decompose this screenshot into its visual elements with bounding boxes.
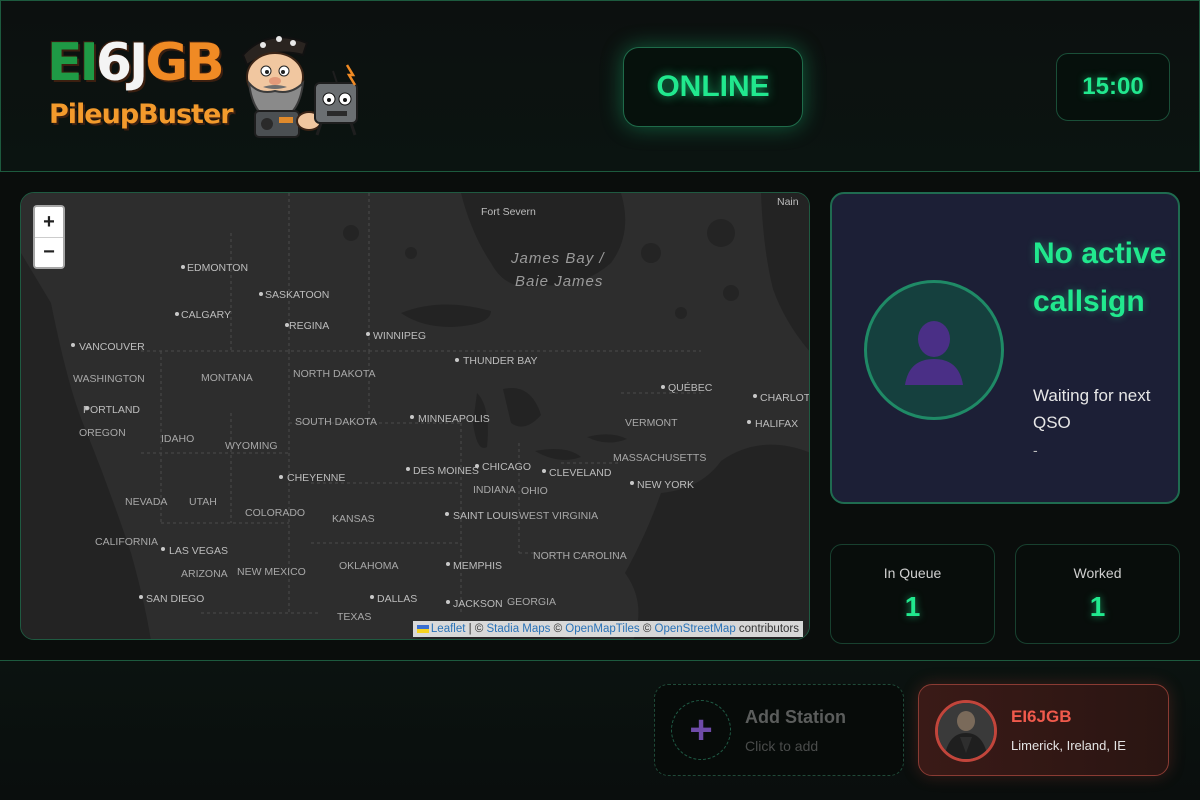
map-city-label: Fort Severn <box>481 206 536 218</box>
station-photo-icon <box>938 703 994 759</box>
zoom-in-button[interactable]: + <box>35 207 63 237</box>
queue-stat-card: In Queue 1 <box>830 544 995 644</box>
map-state-label: IDAHO <box>161 433 194 445</box>
map-state-label: OKLAHOMA <box>339 560 399 572</box>
station-avatar <box>935 700 997 762</box>
map-state-label: TEXAS <box>337 611 371 623</box>
online-status-badge: ONLINE <box>623 47 803 127</box>
openstreetmap-link[interactable]: OpenStreetMap <box>655 623 736 635</box>
map-state-label: OHIO <box>521 485 548 497</box>
logo-title-part1: EI <box>47 33 99 93</box>
map-state-label: NORTH DAKOTA <box>293 368 375 380</box>
map-city-label: CHICAGO <box>482 461 531 473</box>
header-bar: EI6JGB PileupBuster ONLINE 15:00 <box>0 0 1200 172</box>
map-city-label: HALIFAX <box>755 418 798 430</box>
map-tiles: James Bay / Baie James Fort Severn Nain … <box>21 193 810 639</box>
map-city-label: CALGARY <box>181 309 231 321</box>
map-city-label: DES MOINES <box>413 465 479 477</box>
logo-title-part2: 6J <box>95 33 149 93</box>
attribution-separator: © <box>550 623 566 635</box>
worked-stat-value: 1 <box>1089 591 1106 622</box>
map-state-label: NORTH CAROLINA <box>533 550 627 562</box>
map-state-label: COLORADO <box>245 507 305 519</box>
map-city-label: REGINA <box>289 320 329 332</box>
world-map[interactable]: James Bay / Baie James Fort Severn Nain … <box>20 192 810 640</box>
openmaptiles-link[interactable]: OpenMapTiles <box>565 623 639 635</box>
app-logo: EI6JGB PileupBuster <box>41 25 371 145</box>
map-city-label: LAS VEGAS <box>169 545 228 557</box>
zoom-out-button[interactable]: − <box>35 237 63 267</box>
plus-icon: + <box>671 700 731 760</box>
map-state-label: INDIANA <box>473 484 516 496</box>
map-state-label: WYOMING <box>225 440 278 452</box>
logo-subtitle: PileupBuster <box>49 99 234 130</box>
map-city-label: EDMONTON <box>187 262 248 274</box>
map-state-label: VERMONT <box>625 417 678 429</box>
active-callsign-title: No active callsign <box>1033 237 1167 318</box>
map-state-label: MASSACHUSETTS <box>613 452 706 464</box>
leaflet-link[interactable]: Leaflet <box>431 623 466 635</box>
map-city-label: DALLAS <box>377 593 417 605</box>
session-timer: 15:00 <box>1056 53 1170 121</box>
map-state-label: SOUTH DAKOTA <box>295 416 377 428</box>
map-state-label: UTAH <box>189 496 217 508</box>
user-silhouette-icon <box>905 321 963 385</box>
attribution-suffix: contributors <box>735 623 799 635</box>
map-state-label: OREGON <box>79 427 126 439</box>
map-state-label: NEVADA <box>125 496 167 508</box>
map-city-label: MEMPHIS <box>453 560 502 572</box>
map-city-label: SAN DIEGO <box>146 593 204 605</box>
map-state-label: MONTANA <box>201 372 253 384</box>
map-zoom-control: + − <box>33 205 65 269</box>
map-city-label: JACKSON <box>453 598 503 610</box>
map-city-label: VANCOUVER <box>79 341 145 353</box>
map-city-label: WINNIPEG <box>373 330 426 342</box>
active-callsign-subtitle: Waiting for next QSO <box>1033 386 1151 432</box>
map-state-label: CALIFORNIA <box>95 536 158 548</box>
add-station-button[interactable]: + Add Station Click to add <box>654 684 904 776</box>
map-state-label: KANSAS <box>332 513 375 525</box>
add-station-subtitle: Click to add <box>745 738 819 754</box>
queue-stat-value: 1 <box>904 591 921 622</box>
map-city-label: SAINT LOUIS <box>453 510 518 522</box>
map-water-label: Baie James <box>515 273 603 290</box>
worked-stat-card: Worked 1 <box>1015 544 1180 644</box>
queue-stat-label: In Queue <box>883 565 942 581</box>
map-city-label: CLEVELAND <box>549 467 612 479</box>
queued-station-card[interactable]: EI6JGB Limerick, Ireland, IE <box>918 684 1169 776</box>
map-state-label: WEST VIRGINIA <box>519 510 598 522</box>
attribution-separator: © <box>639 623 655 635</box>
map-state-label: GEORGIA <box>507 596 556 608</box>
add-station-title: Add Station <box>745 707 846 727</box>
map-city-label: QUÉBEC <box>668 381 713 394</box>
map-attribution: Leaflet | © Stadia Maps © OpenMapTiles ©… <box>412 621 803 637</box>
logo-title-part3: GB <box>145 33 224 93</box>
map-city-label: CHARLOTT <box>760 392 810 404</box>
active-avatar <box>864 280 1004 420</box>
map-city-label: MINNEAPOLIS <box>418 413 490 425</box>
map-city-label: SASKATOON <box>265 289 329 301</box>
attribution-separator: | © <box>465 623 487 635</box>
map-city-label: PORTLAND <box>83 404 140 416</box>
ukraine-flag-icon <box>416 624 429 633</box>
map-water-label: James Bay / <box>510 250 605 267</box>
map-state-label: WASHINGTON <box>73 373 145 385</box>
logo-title: EI6JGB <box>47 37 225 89</box>
map-city-label: Nain <box>777 196 799 208</box>
map-state-label: NEW MEXICO <box>237 566 306 578</box>
stadia-maps-link[interactable]: Stadia Maps <box>486 623 550 635</box>
map-city-label: THUNDER BAY <box>463 355 537 367</box>
map-state-label: ARIZONA <box>181 568 228 580</box>
mascot-icon <box>241 36 358 138</box>
map-city-label: NEW YORK <box>637 479 694 491</box>
active-callsign-card: No active callsign Waiting for next QSO … <box>830 192 1180 504</box>
map-city-label: CHEYENNE <box>287 472 345 484</box>
station-callsign: EI6JGB <box>1011 707 1072 726</box>
station-location: Limerick, Ireland, IE <box>1011 738 1126 753</box>
active-callsign-detail: - <box>1033 442 1038 458</box>
worked-stat-label: Worked <box>1073 565 1122 581</box>
